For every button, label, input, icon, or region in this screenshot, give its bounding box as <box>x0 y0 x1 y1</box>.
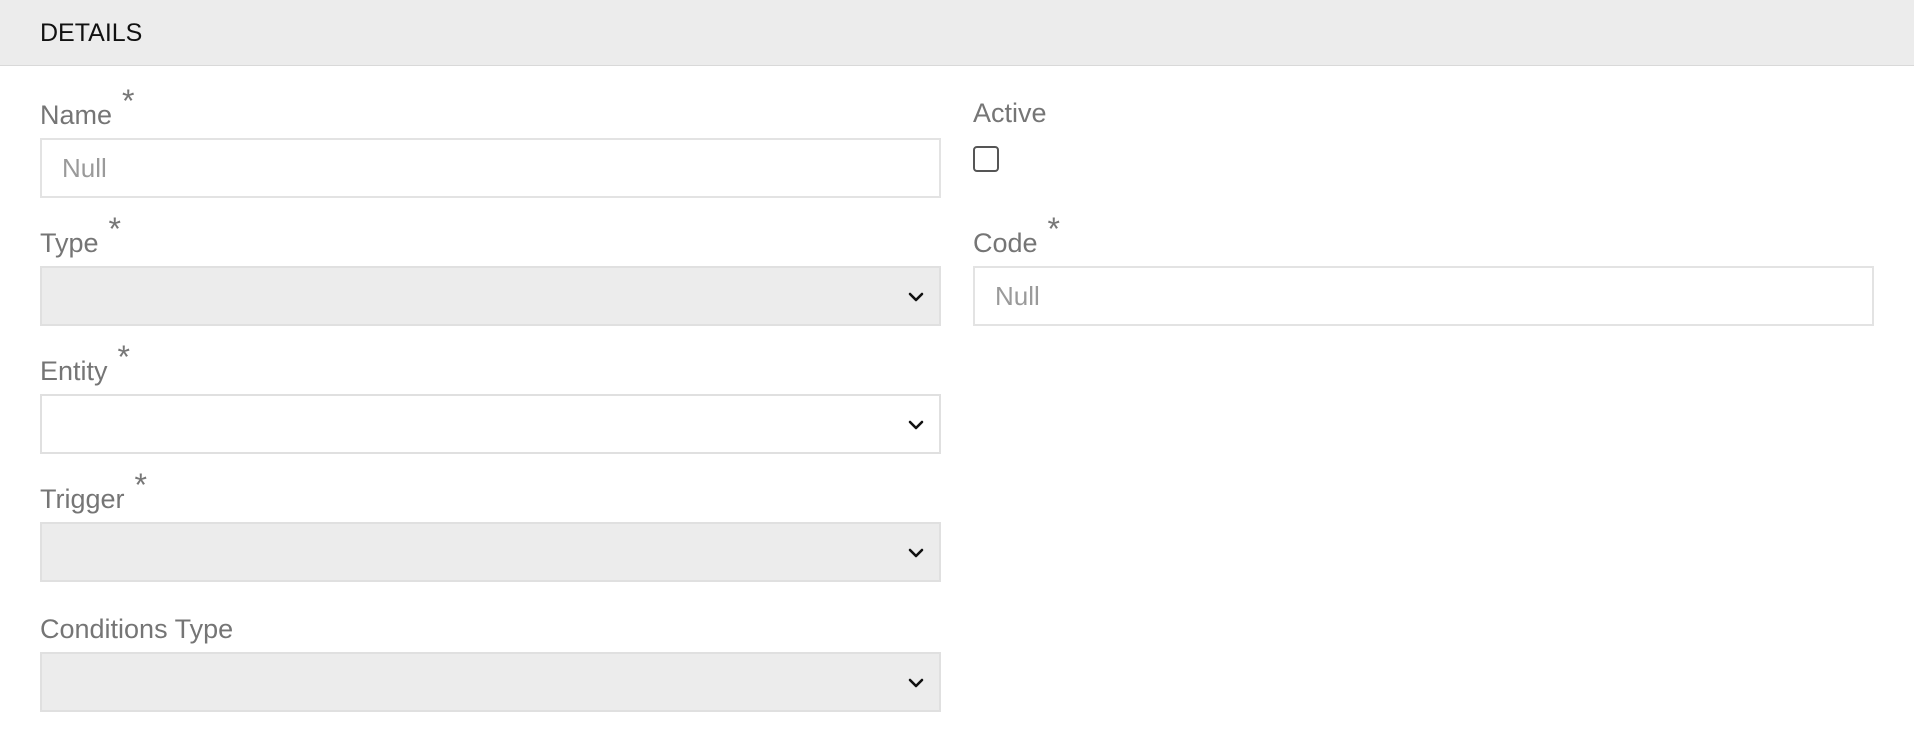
entity-required-mark: * <box>117 339 130 375</box>
entity-label: Entity * <box>40 341 130 387</box>
trigger-select[interactable] <box>40 522 941 582</box>
name-label: Name * <box>40 85 134 131</box>
code-label: Code * <box>973 213 1060 259</box>
chevron-down-icon <box>908 420 924 430</box>
type-required-mark: * <box>108 211 121 247</box>
conditions-type-select[interactable] <box>40 652 941 712</box>
chevron-down-icon <box>908 678 924 688</box>
entity-label-text: Entity <box>40 356 108 386</box>
active-label: Active <box>973 97 1047 129</box>
code-input[interactable] <box>973 266 1874 326</box>
details-panel-header: DETAILS <box>0 0 1914 66</box>
active-label-text: Active <box>973 98 1047 128</box>
code-label-text: Code <box>973 228 1038 258</box>
chevron-down-icon <box>908 292 924 302</box>
type-label: Type * <box>40 213 121 259</box>
trigger-label: Trigger * <box>40 469 147 515</box>
name-label-text: Name <box>40 100 113 130</box>
trigger-label-text: Trigger <box>40 484 125 514</box>
conditions-type-label-text: Conditions Type <box>40 614 234 644</box>
conditions-type-label: Conditions Type <box>40 613 233 645</box>
chevron-down-icon <box>908 548 924 558</box>
name-required-mark: * <box>122 83 135 119</box>
code-required-mark: * <box>1047 211 1060 247</box>
entity-select[interactable] <box>40 394 941 454</box>
type-label-text: Type <box>40 228 99 258</box>
panel-title: DETAILS <box>40 19 143 47</box>
trigger-required-mark: * <box>134 467 147 503</box>
type-select[interactable] <box>40 266 941 326</box>
active-checkbox[interactable] <box>973 146 999 172</box>
name-input[interactable] <box>40 138 941 198</box>
